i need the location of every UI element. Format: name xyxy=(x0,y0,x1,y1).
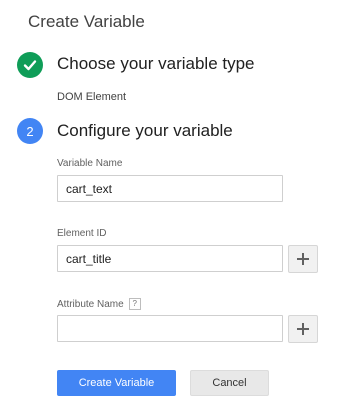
checkmark-icon xyxy=(23,60,37,71)
step-complete-badge xyxy=(17,52,43,78)
cancel-button[interactable]: Cancel xyxy=(190,370,269,396)
attribute-name-label-text: Attribute Name xyxy=(57,298,124,310)
dialog-title: Create Variable xyxy=(28,12,145,31)
element-id-label: Element ID xyxy=(57,228,106,239)
plus-icon xyxy=(297,323,309,335)
variable-name-label-text: Variable Name xyxy=(57,158,123,169)
step2-number-badge: 2 xyxy=(17,118,43,144)
create-variable-dialog: Create Variable Choose your variable typ… xyxy=(0,0,341,419)
variable-name-label: Variable Name xyxy=(57,158,122,169)
element-id-input[interactable] xyxy=(57,245,283,272)
variable-name-input[interactable] xyxy=(57,175,283,202)
variable-type-value[interactable]: DOM Element xyxy=(57,91,126,103)
attribute-name-label: Attribute Name ? xyxy=(57,298,141,310)
step2-title: Configure your variable xyxy=(57,121,233,140)
help-icon[interactable]: ? xyxy=(128,298,141,310)
plus-icon xyxy=(297,253,309,265)
create-variable-button[interactable]: Create Variable xyxy=(57,370,176,396)
attribute-name-input[interactable] xyxy=(57,315,283,342)
element-id-label-text: Element ID xyxy=(57,228,107,239)
attribute-name-add-button[interactable] xyxy=(288,315,318,343)
element-id-add-button[interactable] xyxy=(288,245,318,273)
step1-title: Choose your variable type xyxy=(57,54,255,73)
